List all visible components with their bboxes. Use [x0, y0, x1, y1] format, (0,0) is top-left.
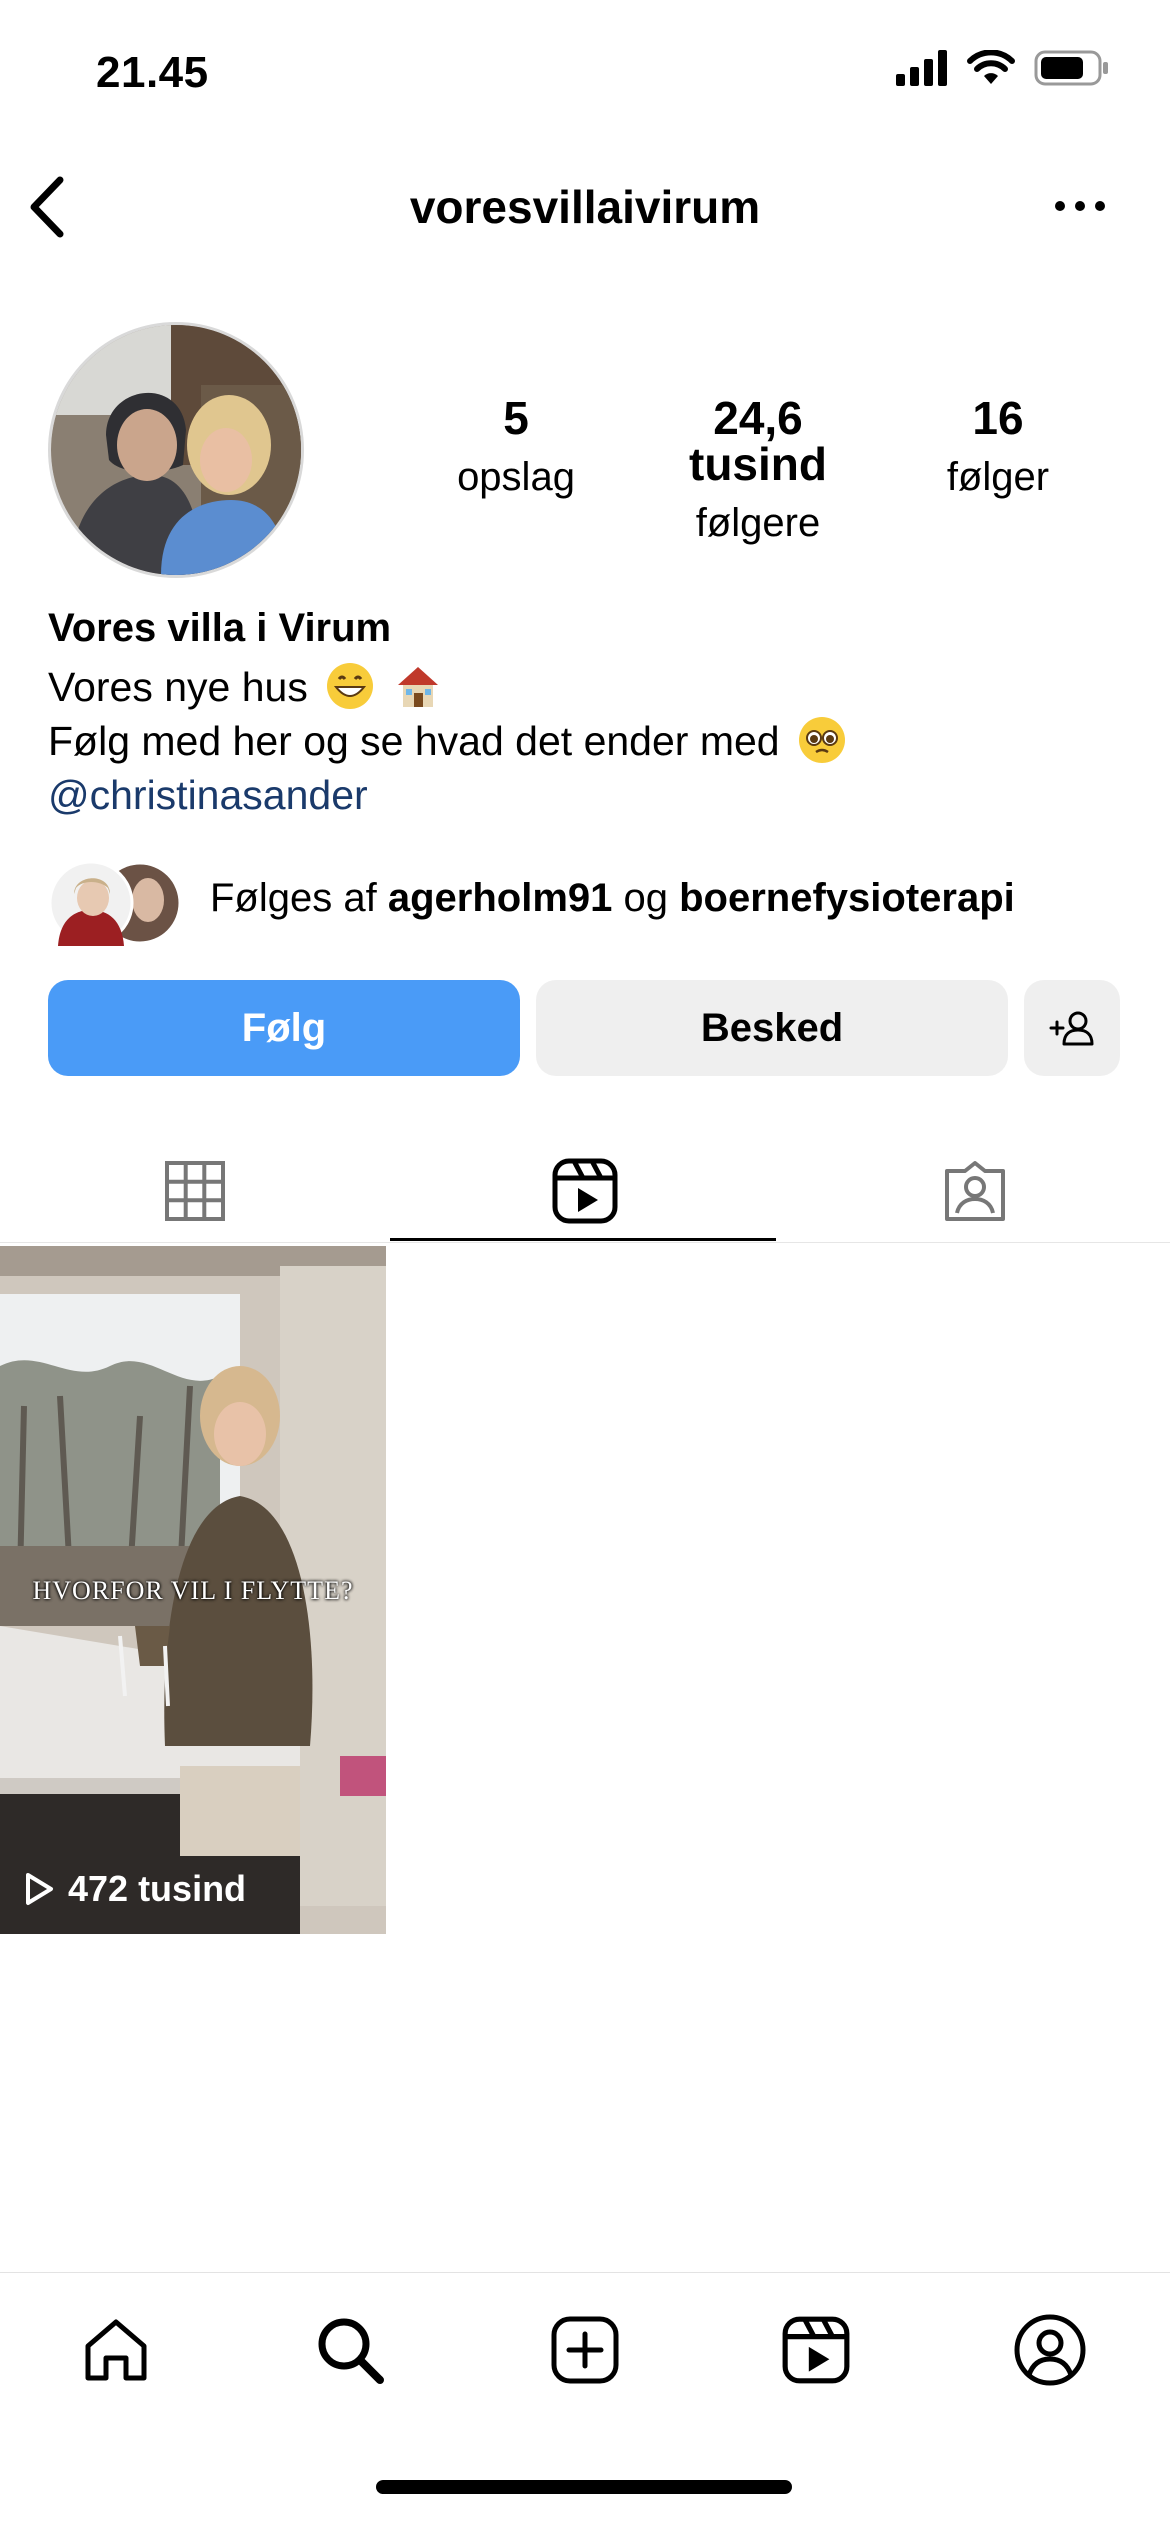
nav-search[interactable]: [310, 2310, 390, 2390]
stat-followers-label: følgere: [695, 501, 821, 545]
home-indicator[interactable]: [376, 2480, 792, 2494]
reels-nav-icon: [782, 2316, 850, 2384]
house-emoji-icon: [397, 667, 438, 707]
stat-following-value: 16: [972, 392, 1024, 444]
bottom-nav-divider: [0, 2272, 1170, 2273]
bio-line-1-text: Vores nye hus: [48, 664, 308, 710]
profile-icon: [1014, 2314, 1086, 2386]
mutual-followers-avatars[interactable]: [48, 860, 188, 946]
stat-posts[interactable]: 5 opslag: [396, 395, 636, 500]
create-post-icon: [551, 2316, 619, 2384]
stat-followers[interactable]: 24,6 tusind følgere: [638, 395, 878, 546]
stat-followers-value: 24,6 tusind: [689, 392, 827, 490]
tab-posts-grid[interactable]: [0, 1140, 390, 1242]
play-icon: [26, 1873, 53, 1905]
message-button[interactable]: Besked: [536, 980, 1008, 1076]
stat-following-label: følger: [946, 455, 1050, 499]
profile-bio: Vores nye hus Følg med her og se hvad de…: [48, 660, 847, 822]
nav-reels[interactable]: [776, 2310, 856, 2390]
reel-views-text: 472 tusind: [68, 1868, 247, 1909]
profile-display-name: Vores villa i Virum: [48, 606, 392, 650]
followed-by-user-1: agerholm91: [387, 876, 613, 920]
signal-icon: [896, 50, 947, 86]
search-icon: [318, 2318, 384, 2384]
reel-thumbnail[interactable]: HVORFOR VIL I FLYTTE? 472 tusind: [0, 1246, 386, 1934]
tab-tagged[interactable]: [780, 1140, 1170, 1242]
home-icon: [85, 2319, 147, 2381]
wifi-icon: [967, 50, 1015, 84]
reel-caption: HVORFOR VIL I FLYTTE?: [32, 1576, 354, 1605]
stat-posts-label: opslag: [457, 455, 575, 499]
followed-by-text[interactable]: Følges af agerholm91 og boernefysioterap…: [210, 876, 1015, 921]
tab-reels[interactable]: [390, 1140, 780, 1242]
tabs-divider: [0, 1242, 1170, 1243]
add-person-icon: [1049, 1011, 1094, 1046]
reels-icon: [552, 1158, 618, 1224]
grinning-face-emoji-icon: [327, 663, 374, 709]
active-tab-indicator: [390, 1238, 776, 1241]
grid-icon: [165, 1161, 225, 1221]
tagged-person-icon: [945, 1161, 1005, 1221]
followed-by-conjunction: og: [623, 876, 669, 920]
follow-button[interactable]: Følg: [48, 980, 520, 1076]
stat-following[interactable]: 16 følger: [878, 395, 1118, 500]
bio-line-1: Vores nye hus: [48, 660, 847, 714]
bio-mention-link[interactable]: @christinasander: [48, 768, 847, 822]
bio-line-2: Følg med her og se hvad det ender med: [48, 714, 847, 768]
status-time: 21.45: [96, 48, 209, 97]
profile-avatar[interactable]: [48, 322, 304, 578]
bio-line-2-text: Følg med her og se hvad det ender med: [48, 718, 780, 764]
suggested-users-button[interactable]: [1024, 980, 1120, 1076]
followed-by-prefix: Følges af: [210, 876, 377, 920]
nav-create[interactable]: [545, 2310, 625, 2390]
battery-icon: [1034, 50, 1108, 86]
mutual-avatars-photo: [48, 860, 182, 946]
nav-profile[interactable]: [1010, 2310, 1090, 2390]
avatar-photo: [51, 325, 301, 575]
more-options-icon[interactable]: [1050, 186, 1110, 226]
status-icons: [896, 50, 1110, 86]
stat-posts-value: 5: [503, 392, 529, 444]
pleading-face-emoji-icon: [798, 717, 845, 763]
reel-view-count: 472 tusind: [24, 1868, 246, 1910]
nav-home[interactable]: [76, 2310, 156, 2390]
followed-by-user-2: boernefysioterapi: [679, 876, 1015, 920]
profile-username: voresvillaivirum: [409, 181, 761, 233]
